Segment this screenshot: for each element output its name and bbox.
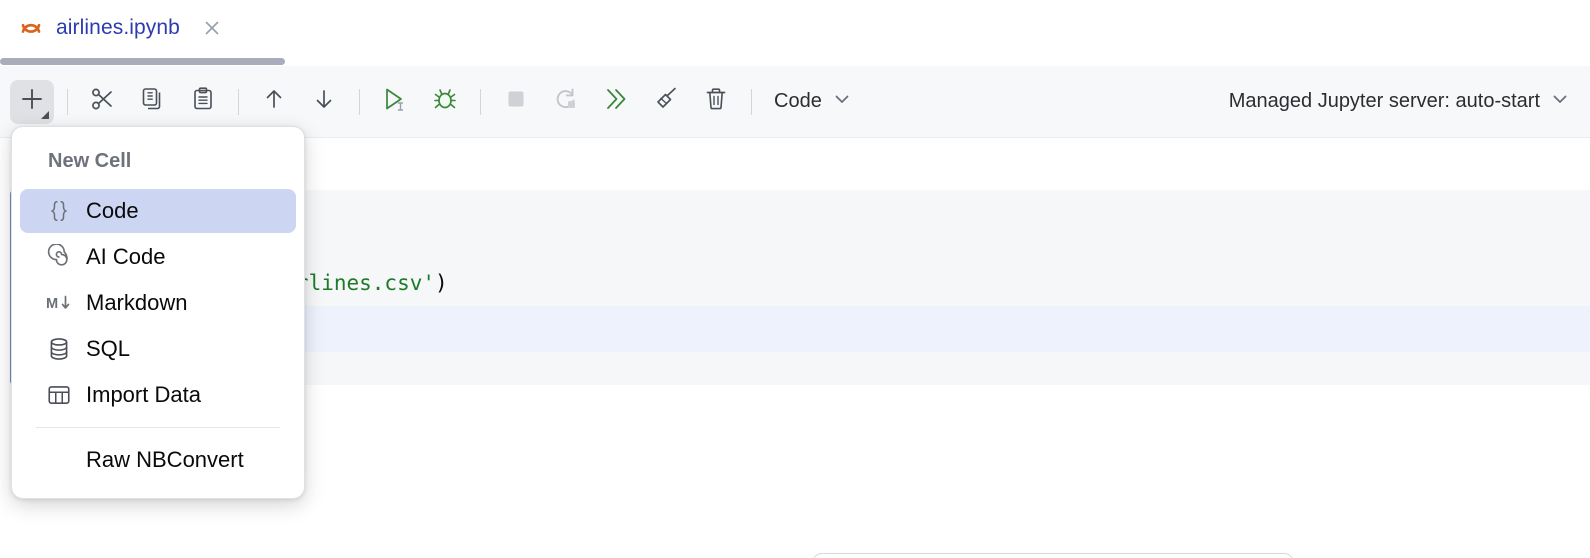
menu-item-label: SQL [86,336,130,362]
menu-header-label: New Cell [12,135,304,187]
close-icon[interactable] [202,18,222,38]
dropdown-triangle-icon [41,111,49,119]
menu-item-raw-nbconvert[interactable]: Raw NBConvert [20,438,296,482]
trash-icon [703,86,729,117]
restart-icon [552,85,580,118]
cell-chooser-code-button[interactable]: Code [813,554,929,558]
cell-type-dropdown[interactable]: Code [762,89,852,114]
scissors-icon [90,86,116,117]
markdown-icon: M [46,291,72,315]
move-cell-down-button[interactable] [302,80,346,124]
new-cell-popup-menu: New Cell Code AI Code M Markdown [11,126,305,499]
ai-spiral-icon [46,244,72,270]
arrow-down-icon [311,86,337,117]
debug-cell-button[interactable] [423,80,467,124]
broom-icon [652,85,680,118]
interrupt-kernel-button[interactable] [494,80,538,124]
delete-cell-button[interactable] [694,80,738,124]
clear-outputs-button[interactable] [644,80,688,124]
menu-item-label: Raw NBConvert [86,447,244,473]
tab-scrollbar-thumb[interactable] [0,58,285,65]
braces-icon [46,198,72,224]
chevron-down-icon [832,89,852,114]
editor-tab-airlines[interactable]: airlines.ipynb [0,0,222,56]
menu-item-import-data[interactable]: Import Data [20,373,296,417]
menu-item-label: AI Code [86,244,166,270]
run-all-icon [602,85,630,118]
jupyter-server-selector[interactable]: Managed Jupyter server: auto-start [1229,89,1590,114]
cut-button[interactable] [81,80,125,124]
bug-icon [431,85,459,118]
editor-tab-label: airlines.ipynb [56,16,180,40]
run-cell-button[interactable] [373,80,417,124]
menu-item-ai-code[interactable]: AI Code [20,235,296,279]
cell-chooser-sql-button[interactable]: SQL [1187,554,1293,558]
cell-chooser-ai-button[interactable]: AI [1100,554,1186,558]
jupyter-notebook-icon [20,17,42,39]
toolbar-separator [480,89,481,115]
table-icon [46,382,72,408]
jupyter-server-label: Managed Jupyter server: auto-start [1229,90,1540,113]
arrow-up-icon [261,86,287,117]
chevron-down-icon [1550,89,1570,114]
copy-icon [140,86,166,117]
menu-item-label: Code [86,198,139,224]
toolbar-separator [67,89,68,115]
cell-type-chooser-bar: Code M Markdown AI [812,553,1294,558]
clipboard-icon [190,86,216,117]
menu-item-label: Markdown [86,290,187,316]
stop-icon [503,86,529,117]
add-cell-button[interactable] [10,80,54,124]
toolbar-separator [238,89,239,115]
editor-tab-bar: airlines.ipynb [0,0,1590,56]
menu-separator [36,427,280,428]
move-cell-up-button[interactable] [252,80,296,124]
menu-item-label: Import Data [86,382,201,408]
copy-button[interactable] [131,80,175,124]
svg-text:M: M [46,296,58,312]
cell-chooser-markdown-button[interactable]: M Markdown [930,554,1099,558]
code-text-plain: ) [435,271,448,295]
toolbar-separator [751,89,752,115]
database-icon [46,336,72,362]
menu-item-sql[interactable]: SQL [20,327,296,371]
restart-kernel-button[interactable] [544,80,588,124]
run-icon [381,85,409,118]
paste-button[interactable] [181,80,225,124]
run-all-button[interactable] [594,80,638,124]
toolbar-separator [359,89,360,115]
menu-item-markdown[interactable]: M Markdown [20,281,296,325]
menu-item-code[interactable]: Code [20,189,296,233]
cell-type-label: Code [774,90,822,113]
